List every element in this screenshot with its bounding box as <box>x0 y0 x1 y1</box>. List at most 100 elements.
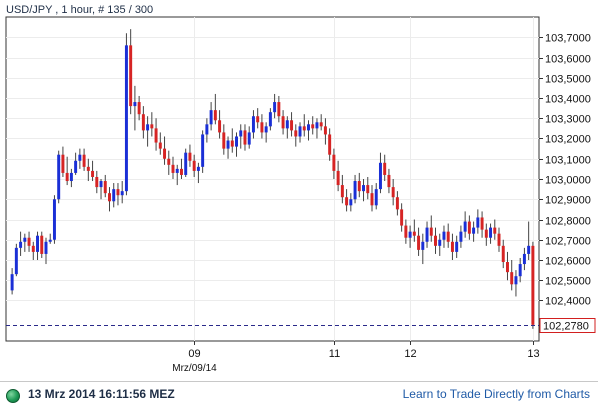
candle-body <box>425 227 429 242</box>
candle-body <box>484 229 488 238</box>
candle-body <box>175 168 179 173</box>
candle-body <box>472 227 476 234</box>
candle-body <box>480 217 484 230</box>
price-chart: 102,4000 102,5000 102,6000 102,7000 102,8000… <box>5 4 596 374</box>
candle-body <box>395 197 399 210</box>
candle-body <box>52 199 56 240</box>
candle-body <box>243 130 247 145</box>
candle-body <box>374 189 378 206</box>
candle-body <box>378 162 382 190</box>
candle-body <box>158 142 162 149</box>
candle-body <box>383 162 387 175</box>
candle-body <box>222 132 226 149</box>
candle-body <box>65 172 69 182</box>
candle-body <box>256 116 260 123</box>
y-tick-label: 102,5000 <box>545 276 591 288</box>
candle-body <box>400 209 404 226</box>
candle-body <box>412 231 416 236</box>
current-price-label: 102,2780 <box>543 321 589 333</box>
candle-body <box>273 102 277 113</box>
candle-body <box>357 181 361 192</box>
x-axis: 09 Mrz/09/14 11 12 13 <box>172 341 540 374</box>
candle-body <box>154 128 158 143</box>
candle-body <box>442 231 446 240</box>
candle-body <box>514 276 518 285</box>
candle-body <box>209 110 213 125</box>
candle-body <box>57 154 61 200</box>
candle-body <box>391 187 395 198</box>
x-tick-label: 09 <box>188 348 200 360</box>
candle-body <box>497 233 501 246</box>
candle-body <box>349 199 353 206</box>
candle-body <box>129 45 133 107</box>
candle-body <box>417 235 421 250</box>
candle-body <box>459 231 463 242</box>
candle-body <box>247 132 251 145</box>
x-tick-label: 13 <box>527 348 539 360</box>
candle-body <box>179 168 183 175</box>
candle-body <box>328 134 332 155</box>
candle-body <box>438 239 442 246</box>
candle-body <box>311 124 315 129</box>
y-tick-label: 103,3000 <box>545 114 591 126</box>
candle-body <box>74 160 78 173</box>
candle-body <box>27 237 31 246</box>
candle-body <box>362 185 366 192</box>
candle-body <box>315 122 319 129</box>
candle-body <box>44 241 48 254</box>
candle <box>201 130 205 173</box>
y-tick-label: 102,8000 <box>545 216 591 228</box>
candle-body <box>467 221 471 234</box>
candle-body <box>40 235 44 254</box>
y-tick-label: 103,2000 <box>545 134 591 146</box>
y-tick-label: 103,6000 <box>545 54 591 66</box>
candle-body <box>171 164 175 173</box>
candle-body <box>463 221 467 232</box>
candle-body <box>23 237 27 242</box>
candle-body <box>230 140 234 147</box>
candle-body <box>531 245 535 325</box>
learn-to-trade-link[interactable]: Learn to Trade Directly from Charts <box>403 387 590 401</box>
y-tick-label: 102,7000 <box>545 236 591 248</box>
candle-body <box>150 124 154 129</box>
candle-body <box>450 241 454 252</box>
candle-body <box>264 126 268 133</box>
candle-body <box>277 102 281 117</box>
candle-body <box>78 154 82 161</box>
candle-body <box>167 158 171 165</box>
y-tick-label: 103,4000 <box>545 94 591 106</box>
candle-body <box>332 154 336 171</box>
candle-body <box>36 235 40 252</box>
candle-body <box>137 102 141 115</box>
candle-body <box>120 191 124 196</box>
candle-body <box>95 176 99 188</box>
y-tick-label: 102,4000 <box>545 296 591 308</box>
candle-body <box>446 231 450 242</box>
candle-body <box>19 241 23 248</box>
candle-body <box>268 112 272 127</box>
y-tick-label: 103,7000 <box>545 33 591 45</box>
candle-body <box>192 160 196 171</box>
candle-body <box>336 170 340 186</box>
y-tick-label: 102,6000 <box>545 256 591 268</box>
candle <box>52 195 56 244</box>
candle-body <box>340 185 344 198</box>
candle-body <box>213 110 217 121</box>
candle-body <box>345 197 349 206</box>
candle-body <box>323 126 327 135</box>
candle <box>184 148 188 177</box>
candle-body <box>239 130 243 137</box>
candle-body <box>235 136 238 147</box>
candle-body <box>281 116 285 129</box>
candle-body <box>188 152 192 161</box>
candle-body <box>108 193 111 202</box>
x-tick-label: 11 <box>329 348 340 360</box>
candle-body <box>103 181 107 194</box>
chart-title: USD/JPY , 1 hour, # 135 / 300 <box>6 4 153 16</box>
y-tick-label: 102,9000 <box>545 195 591 207</box>
candle-body <box>48 239 52 242</box>
candle-body <box>218 120 222 133</box>
candle-body <box>527 245 531 254</box>
candle-body <box>10 274 14 291</box>
candle-body <box>307 124 310 131</box>
